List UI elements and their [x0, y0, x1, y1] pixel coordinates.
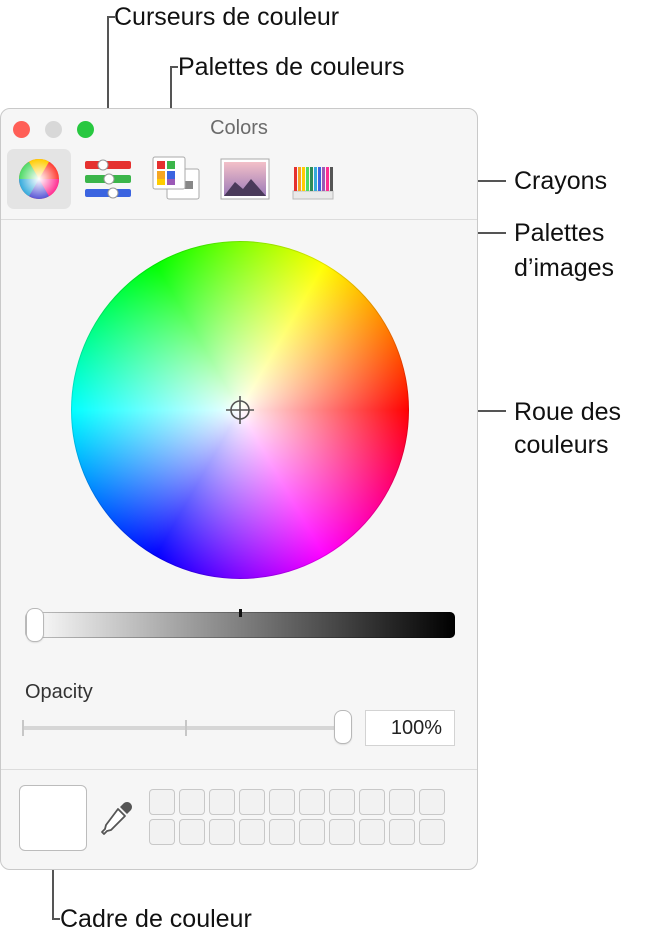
- color-wheel-icon: [19, 159, 59, 199]
- bottom-divider: [1, 769, 477, 770]
- color-swatch[interactable]: [269, 819, 295, 845]
- color-swatch[interactable]: [419, 789, 445, 815]
- color-swatch[interactable]: [299, 789, 325, 815]
- image-icon: [220, 158, 270, 200]
- color-wheel-tab[interactable]: [7, 149, 71, 209]
- color-swatch[interactable]: [239, 789, 265, 815]
- brightness-slider-thumb[interactable]: [27, 609, 43, 641]
- color-swatch[interactable]: [179, 789, 205, 815]
- color-swatch[interactable]: [389, 789, 415, 815]
- callout-crayons: Crayons: [514, 167, 608, 195]
- color-swatch[interactable]: [179, 819, 205, 845]
- color-palettes-tab[interactable]: [145, 149, 209, 209]
- opacity-slider-thumb[interactable]: [335, 711, 351, 743]
- color-swatch[interactable]: [419, 819, 445, 845]
- crayons-tab[interactable]: [283, 149, 347, 209]
- opacity-value-field[interactable]: 100%: [365, 710, 455, 746]
- color-swatch[interactable]: [149, 789, 175, 815]
- color-swatch[interactable]: [239, 819, 265, 845]
- color-swatch[interactable]: [299, 819, 325, 845]
- opacity-label: Opacity: [25, 681, 93, 703]
- image-palettes-tab[interactable]: [213, 149, 277, 209]
- callout-color-sliders: Curseurs de couleur: [114, 3, 340, 31]
- callout-color-palettes: Palettes de couleurs: [178, 53, 405, 81]
- color-swatch[interactable]: [149, 819, 175, 845]
- crosshair-icon: [226, 396, 254, 424]
- color-swatch[interactable]: [329, 819, 355, 845]
- color-swatch[interactable]: [329, 789, 355, 815]
- palettes-icon: [152, 156, 200, 200]
- opacity-tick: [185, 720, 187, 736]
- callout-image-palettes-1: Palettes: [514, 219, 605, 247]
- color-well[interactable]: [19, 785, 87, 851]
- opacity-tick: [22, 720, 24, 736]
- color-sliders-tab[interactable]: [77, 149, 141, 209]
- callout-line-palettes-h: [170, 66, 178, 68]
- title-bar: Colors: [1, 109, 477, 149]
- brightness-marker: [239, 609, 242, 617]
- callout-wheel-2: couleurs: [514, 431, 609, 459]
- swatch-grid: [149, 789, 445, 847]
- toolbar-divider: [1, 219, 477, 220]
- crayons-icon: [292, 167, 334, 200]
- color-swatch[interactable]: [359, 819, 385, 845]
- colors-window: Colors Opacity 100%: [0, 108, 478, 870]
- color-swatch[interactable]: [209, 789, 235, 815]
- callout-line-box-h: [52, 918, 60, 920]
- window-title: Colors: [210, 117, 268, 139]
- eyedropper-icon[interactable]: [97, 797, 137, 837]
- sliders-icon: [85, 159, 131, 199]
- callout-color-box: Cadre de couleur: [60, 905, 252, 933]
- color-swatch[interactable]: [389, 819, 415, 845]
- callout-image-palettes-2: d’images: [514, 254, 615, 282]
- callout-wheel-1: Roue des: [514, 398, 622, 426]
- callout-line-sliders-h: [107, 16, 115, 18]
- color-swatch[interactable]: [209, 819, 235, 845]
- color-swatch[interactable]: [359, 789, 385, 815]
- color-swatch[interactable]: [269, 789, 295, 815]
